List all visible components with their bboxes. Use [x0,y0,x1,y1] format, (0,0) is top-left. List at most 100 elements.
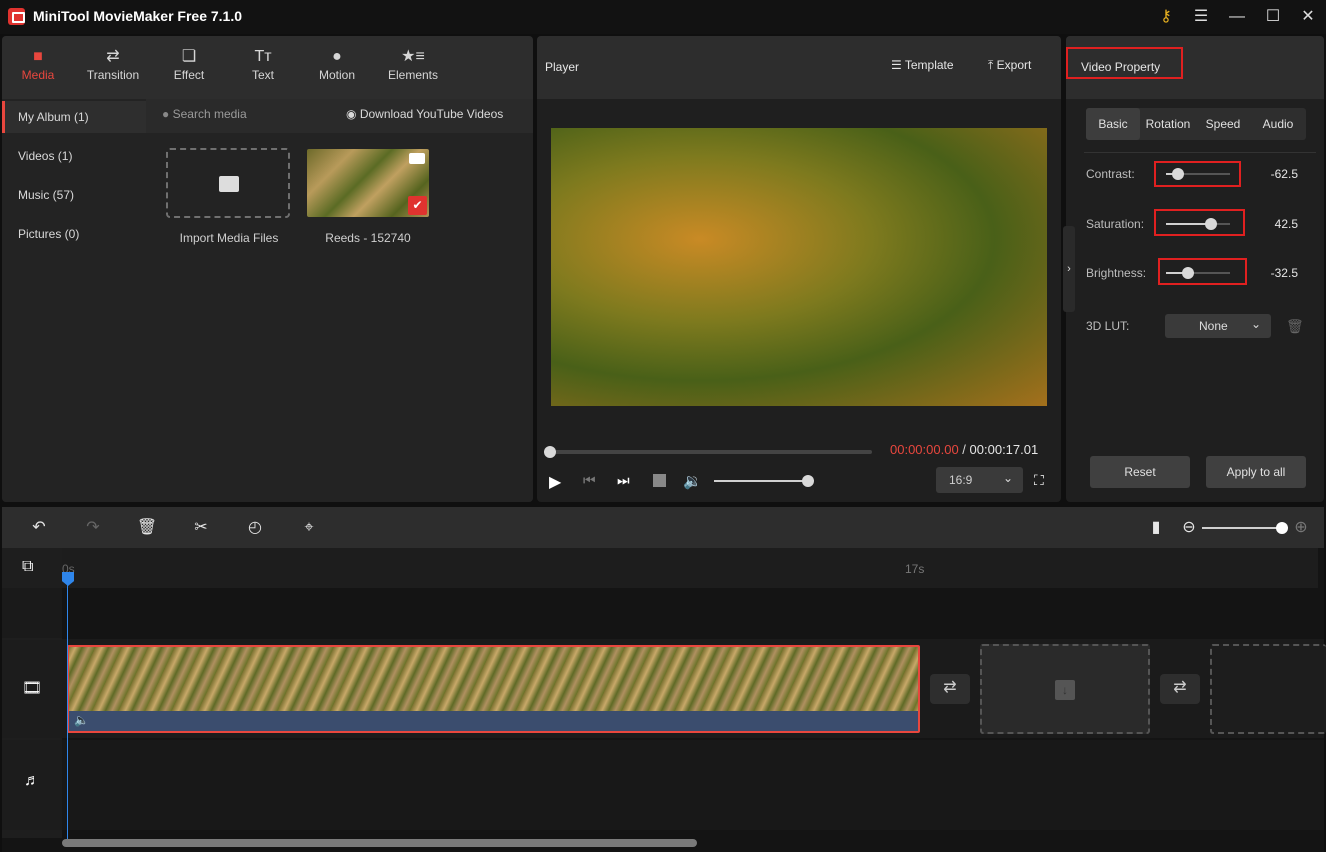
drop-media-icon: ↓ [1055,680,1075,700]
zoom-knob[interactable] [1276,522,1288,534]
tab-media[interactable]: ■ Media [3,46,73,94]
zoom-fill [1202,527,1282,529]
close-icon[interactable]: ✕ [1297,6,1319,28]
tab-transition[interactable]: ⇄ Transition [78,46,148,94]
search-input[interactable]: ● Search media [162,107,247,121]
timeline-zoom-slider[interactable] [1202,522,1288,534]
property-header: Video Property [1066,36,1324,99]
contrast-slider[interactable] [1166,168,1230,180]
folder-icon: ■ [33,48,43,65]
clip-thumbnails [69,647,918,711]
saturation-value: 42.5 [1274,217,1298,231]
contrast-label: Contrast: [1086,167,1135,181]
video-clip[interactable]: 🔈 [67,645,920,733]
play-button[interactable]: ▶ [549,472,561,492]
volume-knob[interactable] [802,475,814,487]
import-media-button[interactable] [166,148,290,218]
brightness-label: Brightness: [1086,266,1147,280]
speed-icon[interactable]: ◴ [244,517,266,539]
layers-icon: ☰ [891,58,905,72]
scissors-icon[interactable]: ✂ [190,517,212,539]
tab-audio[interactable]: Audio [1250,108,1306,140]
zoom-out-icon[interactable]: ⊖ [1178,517,1200,539]
collapse-panel-handle[interactable]: › [1063,226,1075,312]
key-icon[interactable]: ⚷ [1155,6,1177,28]
delete-icon[interactable]: 🗑 [136,517,158,539]
video-property-panel: Video Property Basic Rotation Speed Audi… [1066,36,1324,502]
transition-swap-icon[interactable]: ⇄ [930,674,970,704]
folder-icon [219,176,239,192]
album-item-videos[interactable]: Videos (1) [2,140,146,172]
swap-icon: ⇄ [106,48,120,65]
tab-text[interactable]: Tᴛ Text [228,46,298,94]
menu-icon[interactable]: ☰ [1190,6,1212,28]
brightness-slider[interactable] [1166,267,1230,279]
album-item-music[interactable]: Music (57) [2,179,146,211]
search-icon: ● [162,107,173,121]
next-frame-button[interactable]: ⏭ [617,472,630,489]
tab-speed[interactable]: Speed [1196,108,1250,140]
elements-icon: ★≡ [401,48,425,65]
download-youtube-button[interactable]: ◉ Download YouTube Videos [346,107,503,121]
layers-icon: ❏ [181,48,197,65]
transition-swap-icon[interactable]: ⇄ [1160,674,1200,704]
total-time: 00:00:17.01 [969,442,1039,457]
slider-knob[interactable] [1181,267,1194,279]
lut-select[interactable]: None ⌄ [1165,314,1271,338]
previous-frame-button[interactable]: ⏮ [583,472,596,489]
export-button[interactable]: ⤒ Export [988,58,1031,73]
album-item-pictures[interactable]: Pictures (0) [2,218,146,250]
aspect-ratio-select[interactable]: 16:9 ⌄ [936,467,1023,493]
saturation-label: Saturation: [1086,217,1145,231]
trash-icon[interactable]: 🗑 [1286,318,1304,335]
empty-clip-slot[interactable] [1210,644,1326,734]
playback-progress-bar[interactable] [544,446,872,458]
timeline-scrollbar[interactable] [62,839,697,847]
empty-clip-slot[interactable]: ↓ [980,644,1150,734]
upload-icon: ⤒ [988,58,997,72]
volume-icon[interactable]: 🔉 [683,472,702,490]
motion-icon: ● [332,48,342,65]
timeline-toolbar: ↶ ↷ 🗑 ✂ ◴ ⌖ ▮ ⊖ ⊕ [2,507,1324,548]
toolbar-tabs: ■ Media ⇄ Transition ❏ Effect Tᴛ Text ● Motio… [2,36,533,99]
tab-elements[interactable]: ★≡ Elements [378,46,448,94]
checkmark-icon: ✔ [408,196,427,215]
video-preview[interactable] [551,128,1047,406]
saturation-slider[interactable] [1166,218,1230,230]
tab-effect[interactable]: ❏ Effect [154,46,224,94]
zoom-in-icon[interactable]: ⊕ [1290,517,1312,539]
crop-icon[interactable]: ⌖ [298,517,320,539]
undo-icon[interactable]: ↶ [28,517,50,539]
add-track-icon[interactable]: ⧉ [22,558,33,576]
text-icon: Tᴛ [254,48,272,65]
contrast-value: -62.5 [1270,167,1298,181]
clip-volume-icon[interactable]: 🔈 [74,713,89,727]
player-panel: Player ☰ Template ⤒ Export 00:00:00.00 /… [537,36,1061,502]
media-thumbnail[interactable]: ✔ [307,149,429,217]
template-button[interactable]: ☰ Template [891,58,954,72]
tab-basic[interactable]: Basic [1086,108,1140,140]
audio-track [62,740,1324,830]
divider [1084,152,1316,153]
media-panel: ■ Media ⇄ Transition ❏ Effect Tᴛ Text ● Motio… [2,36,533,502]
reset-button[interactable]: Reset [1090,456,1190,488]
minimize-icon[interactable]: — [1226,6,1248,28]
time-ruler[interactable]: 0s 17s [62,548,1318,588]
stop-button[interactable] [653,474,666,487]
tab-rotation[interactable]: Rotation [1140,108,1196,140]
tab-motion[interactable]: ● Motion [302,46,372,94]
apply-to-all-button[interactable]: Apply to all [1206,456,1306,488]
volume-fill [714,480,808,482]
maximize-icon[interactable]: ☐ [1262,6,1284,28]
app-title: MiniTool MovieMaker Free 7.1.0 [33,8,243,24]
overlay-track-header [2,588,62,638]
album-item-my-album[interactable]: My Album (1) [2,101,146,133]
player-title: Player [545,60,580,74]
fullscreen-icon[interactable]: ⛶ [1034,472,1044,489]
redo-icon[interactable]: ↷ [82,517,104,539]
volume-slider[interactable] [714,475,814,487]
property-tabs: Basic Rotation Speed Audio [1086,108,1306,140]
media-library: ● Search media ◉ Download YouTube Videos… [146,99,533,502]
progress-knob[interactable] [544,446,556,458]
fit-timeline-icon[interactable]: ▮ [1145,517,1167,539]
